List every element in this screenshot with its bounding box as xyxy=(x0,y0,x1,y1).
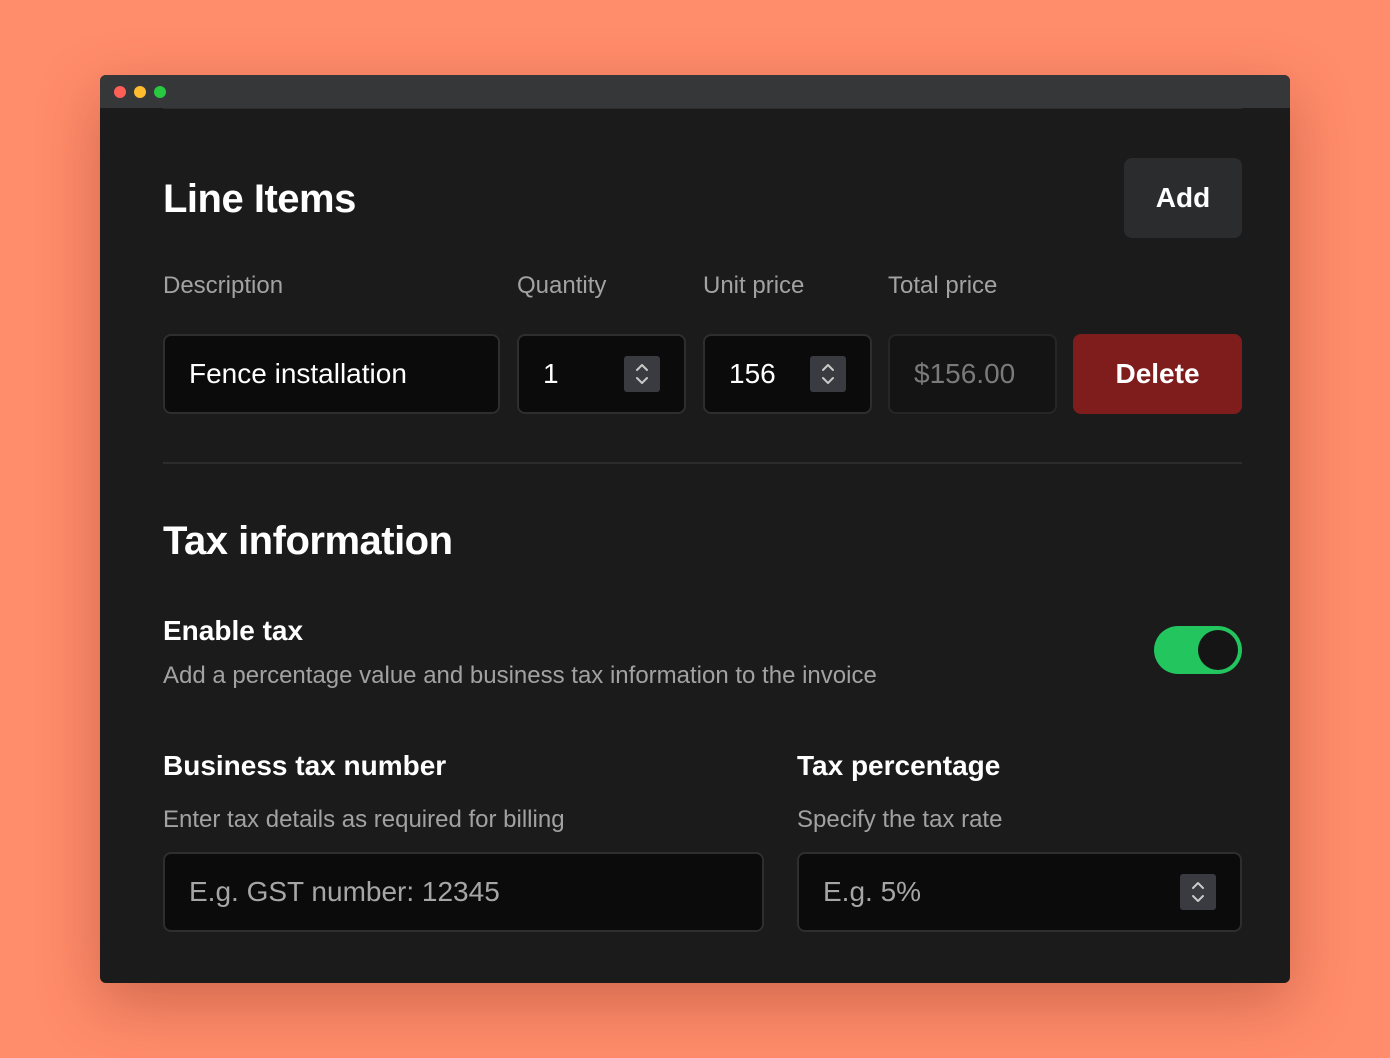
enable-tax-label: Enable tax xyxy=(163,615,304,646)
toggle-knob xyxy=(1198,630,1238,670)
unit-price-input[interactable]: 156 xyxy=(703,334,872,414)
quantity-stepper[interactable] xyxy=(624,356,660,392)
tax-information-title: Tax information xyxy=(163,519,453,563)
chevron-up-down-icon xyxy=(636,364,648,384)
chevron-up-down-icon xyxy=(1192,882,1204,902)
close-window-button[interactable] xyxy=(114,86,126,98)
quantity-input[interactable]: 1 xyxy=(517,334,686,414)
enable-tax-toggle[interactable] xyxy=(1154,626,1242,674)
chevron-up-down-icon xyxy=(822,364,834,384)
total-price-column-label: Total price xyxy=(888,272,998,299)
window-titlebar xyxy=(100,75,1290,109)
enable-tax-description: Add a percentage value and business tax … xyxy=(163,662,877,689)
business-tax-number-description: Enter tax details as required for billin… xyxy=(163,806,565,833)
total-price-value: $156.00 xyxy=(914,358,1016,389)
add-line-item-button[interactable]: Add xyxy=(1124,158,1242,238)
description-column-label: Description xyxy=(163,272,284,299)
tax-percentage-input[interactable]: E.g. 5% xyxy=(797,852,1242,932)
quantity-column-label: Quantity xyxy=(517,272,607,299)
section-divider xyxy=(163,462,1242,464)
business-tax-number-placeholder: E.g. GST number: 12345 xyxy=(189,876,500,907)
business-tax-number-input[interactable]: E.g. GST number: 12345 xyxy=(163,852,764,932)
business-tax-number-label: Business tax number xyxy=(163,750,447,781)
tax-percentage-stepper[interactable] xyxy=(1180,874,1216,910)
minimize-window-button[interactable] xyxy=(134,86,146,98)
unit-price-column-label: Unit price xyxy=(703,272,805,299)
tax-percentage-description: Specify the tax rate xyxy=(797,806,1003,833)
total-price-field: $156.00 xyxy=(888,334,1057,414)
quantity-value: 1 xyxy=(543,358,559,389)
unit-price-value: 156 xyxy=(729,358,776,389)
tax-percentage-placeholder: E.g. 5% xyxy=(823,876,922,907)
maximize-window-button[interactable] xyxy=(154,86,166,98)
line-items-title: Line Items xyxy=(163,177,356,221)
app-window: Line Items Add Description Quantity Unit… xyxy=(100,75,1290,983)
description-value: Fence installation xyxy=(189,358,407,389)
delete-line-item-button[interactable]: Delete xyxy=(1073,334,1242,414)
unit-price-stepper[interactable] xyxy=(810,356,846,392)
tax-percentage-label: Tax percentage xyxy=(797,750,1001,781)
description-input[interactable]: Fence installation xyxy=(163,334,500,414)
